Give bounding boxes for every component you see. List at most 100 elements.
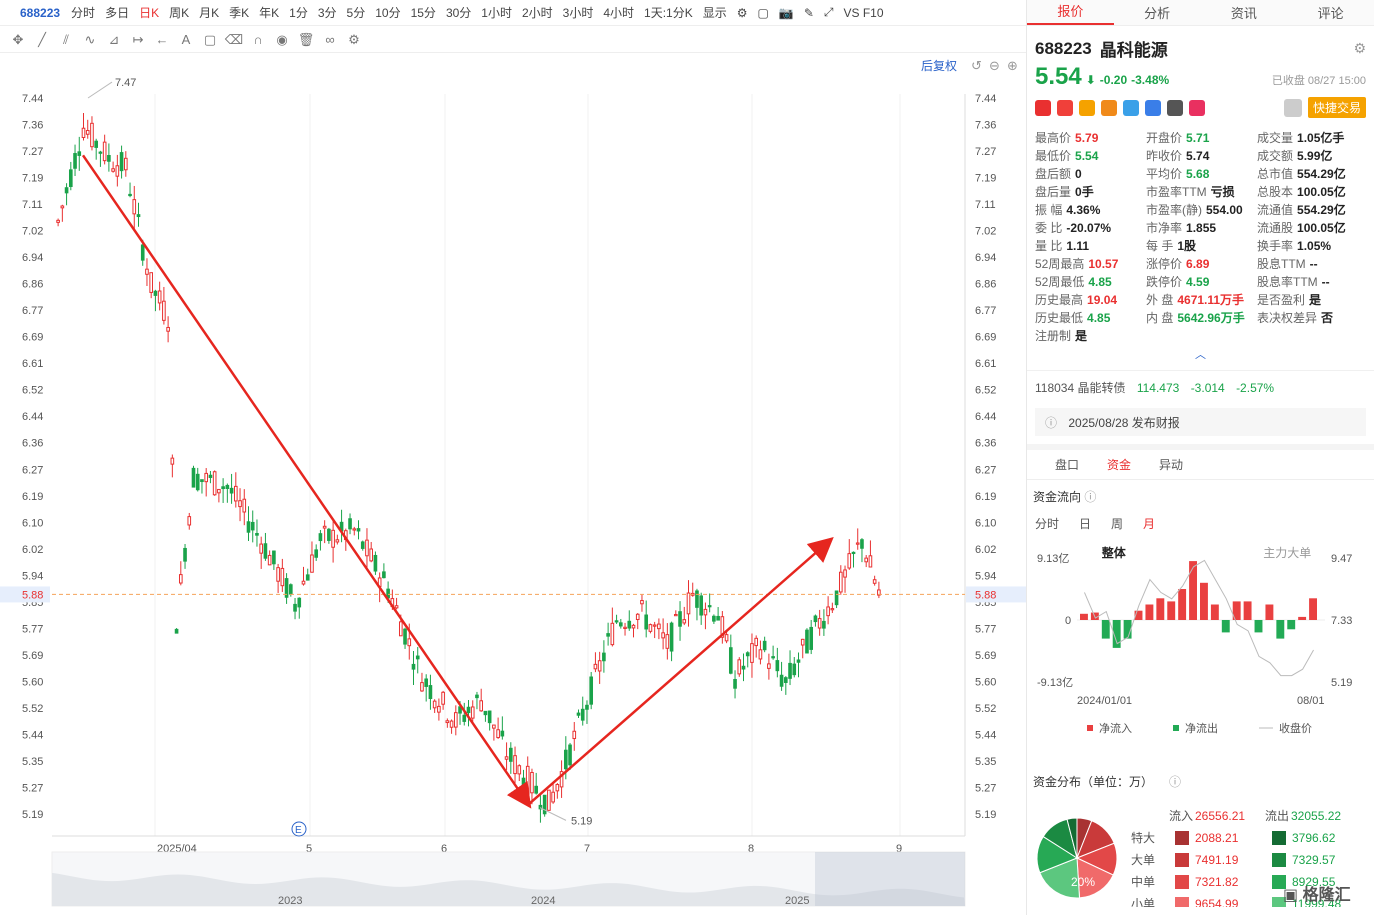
measure-tool-icon[interactable]: ⊿ [104,32,124,48]
period-tab-2[interactable]: 日K [134,4,164,21]
earnings-notice[interactable]: ⓘ 2025/08/28 发布财报 [1035,408,1366,436]
candle-body [429,686,432,699]
stats-grid: 最高价5.79开盘价5.71成交量1.05亿手最低价5.54昨收价5.74成交额… [1027,122,1374,344]
flow-axis-right-mid: 7.33 [1331,615,1352,627]
candle-body [319,534,322,541]
period-tab-1[interactable]: 多日 [100,4,134,21]
settings-icon[interactable]: ⚙ [344,32,364,48]
heart-icon[interactable] [1189,100,1205,116]
period-tab-6[interactable]: 年K [254,4,284,21]
period-tab-14[interactable]: 2小时 [517,4,558,21]
stock-code-label[interactable]: 688223 [0,6,66,20]
kline-svg[interactable]: 7.447.447.367.367.277.277.197.197.117.11… [0,54,1026,914]
y-tick-right: 7.36 [975,120,996,132]
tag-icon[interactable] [1145,100,1161,116]
stat-key: 平均价 [1146,167,1182,181]
candle-body [239,501,242,507]
restore-label[interactable]: 后复权 [921,59,957,73]
candle-body [755,638,758,645]
panel-tab-1[interactable]: 分析 [1114,3,1201,22]
flow-period-2[interactable]: 周 [1111,515,1123,532]
trash-icon[interactable]: 🗑 [296,32,316,48]
wave-tool-icon[interactable]: ∿ [80,32,100,48]
period-tab-9[interactable]: 5分 [342,4,371,21]
bell-icon[interactable] [1284,99,1302,117]
line-tool-icon[interactable]: ╱ [32,32,52,48]
flag-icon[interactable] [1035,100,1051,116]
eraser-icon[interactable]: ⌫ [224,32,244,48]
candle-body [493,725,496,728]
y-tick-right: 6.69 [975,332,996,344]
candle-body [163,301,166,320]
zoom-in-icon[interactable]: ⊕ [1007,58,1018,73]
channel-tool-icon[interactable]: ⫽ [56,32,76,48]
flow-chart[interactable]: 9.13亿0-9.13亿9.477.335.192024/01/0108/01净… [1027,540,1373,740]
period-tab-18[interactable]: 显示 [698,4,732,21]
period-tab-17[interactable]: 1天:1分K [639,4,698,21]
candle-body [653,625,656,626]
legend-in: 净流入 [1099,721,1132,735]
comment-icon[interactable]: ▢ [200,32,220,48]
settings-icon[interactable]: ⚙ [732,6,753,20]
sub-tab-2[interactable]: 异动 [1159,456,1183,473]
coin-icon[interactable] [1079,100,1095,116]
chart-icon[interactable] [1101,100,1117,116]
range-tool-icon[interactable]: ↦ [128,32,148,48]
period-tab-5[interactable]: 季K [224,4,254,21]
candle-body [311,555,314,572]
shuffle-icon[interactable] [1123,100,1139,116]
undo-icon[interactable]: ← [152,32,172,47]
flow-period-1[interactable]: 日 [1079,515,1091,532]
candle-body [696,591,699,607]
sub-tab-0[interactable]: 盘口 [1055,456,1079,473]
candle-body [590,677,593,704]
period-tab-15[interactable]: 3小时 [558,4,599,21]
move-icon[interactable]: ✥ [8,32,28,48]
reset-icon[interactable]: ↺ [971,58,982,73]
doc-icon[interactable] [1167,100,1183,116]
info-icon[interactable]: ⓘ [1169,775,1181,789]
convertible-bond[interactable]: 118034 晶能转债 114.473 -3.014 -2.57% [1027,370,1374,404]
period-tab-12[interactable]: 30分 [441,4,476,21]
stat-item: 总股本100.05亿 [1257,184,1367,200]
period-tab-16[interactable]: 4小时 [598,4,639,21]
sub-tab-1[interactable]: 资金 [1107,456,1131,473]
camera-icon[interactable]: 📷 [774,6,799,20]
candle-body [154,291,157,295]
layout-icon[interactable]: ▢ [753,6,774,20]
panel-tab-0[interactable]: 报价 [1027,1,1114,25]
candle-body [861,540,864,549]
panel-tab-2[interactable]: 资讯 [1201,3,1288,22]
y-tick-right: 6.61 [975,358,996,370]
candle-body [856,543,859,544]
text-tool-icon[interactable]: A [176,32,196,47]
collapse-icon[interactable]: ︿ [1027,346,1374,362]
flow-period-3[interactable]: 月 [1143,515,1155,532]
kline-chart[interactable]: 7.447.447.367.367.277.277.197.197.117.11… [0,54,1026,914]
candle-body [535,786,538,793]
compare-f10-button[interactable]: VS F10 [838,6,888,20]
hot-icon[interactable] [1057,100,1073,116]
eye-icon[interactable]: ◉ [272,32,292,48]
period-tab-11[interactable]: 15分 [406,4,441,21]
navigator-window[interactable] [815,852,965,906]
period-tab-4[interactable]: 月K [194,4,224,21]
period-tab-13[interactable]: 1小时 [476,4,517,21]
flow-period-0[interactable]: 分时 [1035,515,1059,532]
quick-trade-button[interactable]: 快捷交易 [1308,97,1366,118]
fullscreen-icon[interactable]: ⤢ [819,5,839,20]
gear-icon[interactable]: ⚙ [1353,40,1366,57]
period-tab-8[interactable]: 3分 [313,4,342,21]
pen-icon[interactable]: ✎ [799,6,819,20]
candle-body [577,713,580,715]
info-icon[interactable]: ⓘ [1084,490,1096,504]
period-tab-0[interactable]: 分时 [66,4,100,21]
candle-body [615,621,618,622]
period-tab-10[interactable]: 10分 [370,4,405,21]
period-tab-7[interactable]: 1分 [284,4,313,21]
period-tab-3[interactable]: 周K [164,4,194,21]
magnet-icon[interactable]: ∩ [248,32,268,47]
zoom-out-icon[interactable]: ⊖ [989,58,1000,73]
link-icon[interactable]: ∞ [320,32,340,47]
panel-tab-3[interactable]: 评论 [1287,3,1374,22]
